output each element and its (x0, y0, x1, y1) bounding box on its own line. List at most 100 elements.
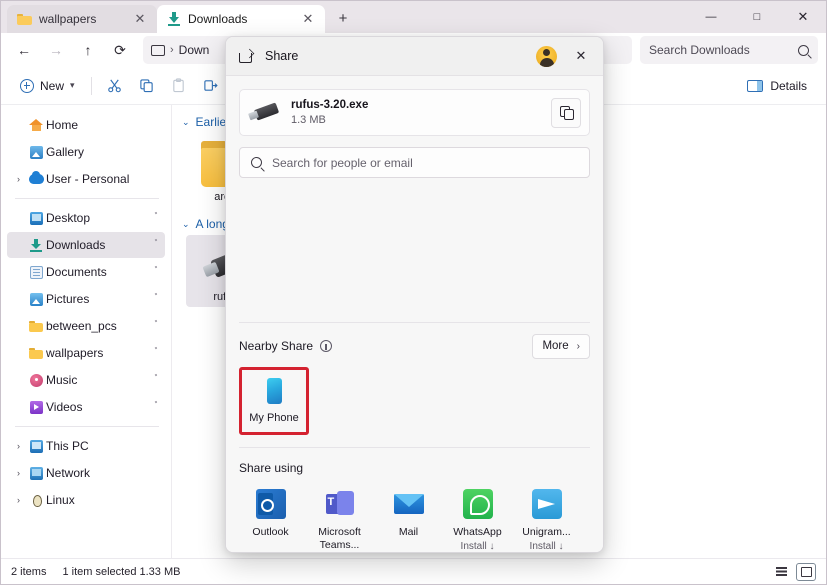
network-icon (26, 466, 46, 480)
nearby-share-label: Nearby Share (239, 339, 314, 354)
sidebar-item-user-personal[interactable]: › User - Personal (7, 166, 165, 192)
pin-icon[interactable]: ᐩ (149, 209, 167, 226)
forward-button[interactable]: → (41, 36, 71, 64)
divider (90, 76, 92, 95)
folder-icon (26, 347, 46, 359)
suggestions-empty-area (226, 178, 603, 322)
install-label[interactable]: Install ↓ (512, 541, 581, 552)
sidebar-item-desktop[interactable]: Desktop ᐩ (7, 205, 165, 231)
new-tab-button[interactable]: + (328, 5, 358, 33)
close-icon[interactable]: ✕ (131, 10, 149, 28)
app-label: Microsoft Teams... (318, 525, 361, 551)
sidebar-item-between-pcs[interactable]: between_pcs ᐩ (7, 313, 165, 339)
share-app-outlook[interactable]: Outlook (236, 488, 305, 552)
nearby-share-header: Nearby Share More › (226, 323, 603, 359)
chevron-right-icon[interactable]: › (11, 495, 26, 505)
pin-icon[interactable]: ᐩ (149, 317, 167, 334)
onedrive-icon (26, 171, 46, 184)
install-label[interactable]: Install ↓ (443, 541, 512, 552)
rename-icon[interactable] (195, 72, 227, 100)
chevron-right-icon[interactable]: › (11, 468, 26, 478)
sidebar-item-this-pc[interactable]: › This PC (7, 433, 165, 459)
sidebar-item-label: Downloads (46, 238, 106, 252)
chevron-down-icon[interactable]: ⌄ (182, 219, 190, 230)
pin-icon[interactable]: ᐩ (149, 263, 167, 280)
sidebar-item-downloads[interactable]: Downloads ᐩ (7, 232, 165, 258)
sidebar-item-documents[interactable]: Documents ᐩ (7, 259, 165, 285)
gallery-icon (26, 145, 46, 159)
copy-link-button[interactable] (551, 97, 581, 128)
tab-wallpapers[interactable]: wallpapers ✕ (7, 5, 157, 33)
pin-placeholder (153, 496, 164, 505)
sidebar-item-linux[interactable]: › Linux (7, 487, 165, 513)
breadcrumb-separator: › (170, 44, 174, 56)
search-input[interactable]: Search Downloads (640, 36, 818, 64)
back-button[interactable]: ← (9, 36, 39, 64)
minimize-button[interactable]: — (688, 1, 734, 33)
chevron-right-icon: › (576, 340, 580, 352)
divider (15, 426, 159, 427)
downloads-icon (26, 238, 46, 252)
item-count: 2 items (11, 565, 47, 578)
pin-icon[interactable]: ᐩ (149, 290, 167, 307)
sidebar-item-label: Network (46, 466, 91, 480)
share-app-mail[interactable]: Mail (374, 489, 443, 552)
share-app-microsoft-teams[interactable]: T Microsoft Teams... (305, 489, 374, 552)
chevron-right-icon[interactable]: › (11, 174, 26, 184)
pin-icon[interactable]: ᐩ (149, 344, 167, 361)
sidebar-item-pictures[interactable]: Pictures ᐩ (7, 286, 165, 312)
close-icon[interactable]: ✕ (299, 10, 317, 28)
sidebar-item-label: between_pcs (46, 319, 117, 333)
file-meta: rufus-3.20.exe 1.3 MB (291, 99, 551, 126)
info-icon[interactable] (320, 340, 333, 353)
sidebar-item-label: Gallery (46, 145, 85, 159)
mail-icon (393, 489, 424, 519)
large-icons-view-icon[interactable] (796, 562, 816, 581)
phone-icon (266, 377, 282, 404)
chevron-down-icon[interactable]: ⌄ (182, 117, 190, 128)
pin-icon[interactable]: ᐩ (149, 236, 167, 253)
sidebar-item-network[interactable]: › Network (7, 460, 165, 486)
app-label: Unigram... (522, 525, 571, 538)
close-window-button[interactable]: ✕ (780, 1, 826, 33)
tab-downloads[interactable]: Downloads ✕ (157, 5, 325, 33)
sidebar-item-label: Documents (46, 265, 107, 279)
app-label: WhatsApp (453, 525, 502, 538)
maximize-button[interactable]: □ (734, 1, 780, 33)
close-icon[interactable]: ✕ (567, 43, 595, 69)
sidebar-item-home[interactable]: Home (7, 112, 165, 138)
sidebar-item-label: Desktop (46, 211, 91, 225)
home-icon (26, 119, 46, 131)
share-app-unigram[interactable]: Unigram... Install ↓ (512, 488, 581, 552)
account-avatar[interactable] (536, 45, 557, 67)
paste-icon[interactable] (163, 72, 195, 100)
videos-icon (26, 400, 46, 414)
list-view-icon[interactable] (771, 563, 791, 581)
more-button[interactable]: More › (532, 333, 590, 359)
pin-placeholder (153, 148, 164, 157)
sidebar-item-label: Home (46, 118, 79, 132)
new-button[interactable]: New ▾ (11, 72, 84, 100)
people-search-input[interactable]: Search for people or email (239, 147, 590, 178)
sidebar-item-videos[interactable]: Videos ᐩ (7, 394, 165, 420)
refresh-button[interactable]: ⟳ (105, 36, 135, 64)
details-pane-button[interactable]: Details (738, 72, 816, 100)
copy-icon[interactable] (131, 72, 163, 100)
sidebar-item-music[interactable]: Music ᐩ (7, 367, 165, 393)
cut-icon[interactable] (99, 72, 131, 100)
pin-placeholder (153, 469, 164, 478)
pin-icon[interactable]: ᐩ (149, 371, 167, 388)
sidebar-item-label: Pictures (46, 292, 90, 306)
search-icon (798, 44, 809, 56)
tab-strip: wallpapers ✕ Downloads ✕ + (1, 1, 358, 33)
app-label: Outlook (252, 525, 289, 538)
this-pc-icon (151, 44, 165, 56)
whatsapp-icon (462, 488, 493, 519)
pin-icon[interactable]: ᐩ (149, 398, 167, 415)
chevron-right-icon[interactable]: › (11, 441, 26, 451)
up-button[interactable]: ↑ (73, 36, 103, 64)
nearby-device-my-phone[interactable]: My Phone (239, 366, 309, 435)
sidebar-item-gallery[interactable]: Gallery (7, 139, 165, 165)
share-app-whatsapp[interactable]: WhatsApp Install ↓ (443, 488, 512, 552)
sidebar-item-wallpapers[interactable]: wallpapers ᐩ (7, 340, 165, 366)
